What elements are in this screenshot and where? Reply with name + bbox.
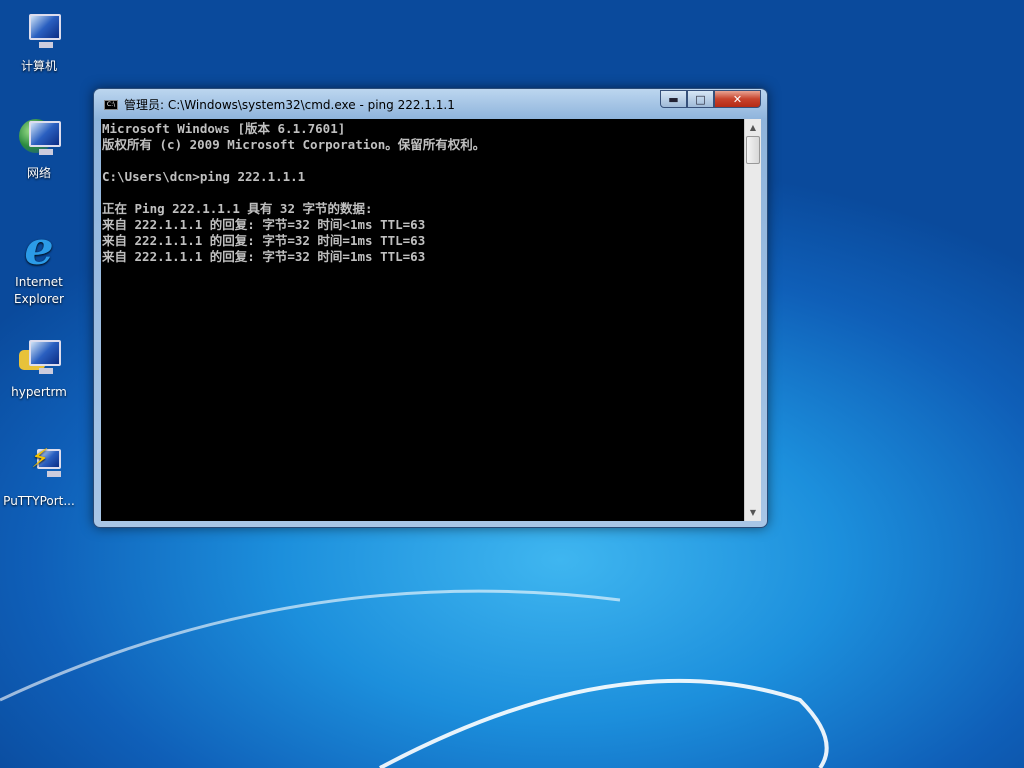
desktop-icon-hypertrm[interactable]: hypertrm <box>0 336 78 401</box>
desktop-icon-network[interactable]: 网络 <box>0 117 78 182</box>
scroll-thumb[interactable] <box>746 136 760 164</box>
minimize-button[interactable]: ▬ <box>660 90 687 108</box>
icon-label: PuTTYPort... <box>3 494 75 508</box>
computer-icon <box>15 10 63 54</box>
close-button[interactable]: ✕ <box>714 90 761 108</box>
console-line: 正在 Ping 222.1.1.1 具有 32 字节的数据: <box>102 201 373 216</box>
network-icon <box>15 117 63 161</box>
console-line: 版权所有 (c) 2009 Microsoft Corporation。保留所有… <box>102 137 486 152</box>
icon-label: hypertrm <box>11 385 67 399</box>
console-line: C:\Users\dcn>ping 222.1.1.1 <box>102 169 306 184</box>
maximize-button[interactable]: □ <box>687 90 714 108</box>
icon-label: 网络 <box>26 166 51 180</box>
console-line: Microsoft Windows [版本 6.1.7601] <box>102 121 346 136</box>
console-output[interactable]: Microsoft Windows [版本 6.1.7601] 版权所有 (c)… <box>101 119 744 521</box>
desktop-icon-computer[interactable]: 计算机 <box>0 10 78 75</box>
console-line: 来自 222.1.1.1 的回复: 字节=32 时间=1ms TTL=63 <box>102 249 426 264</box>
console-line: 来自 222.1.1.1 的回复: 字节=32 时间=1ms TTL=63 <box>102 233 426 248</box>
console-line: 来自 222.1.1.1 的回复: 字节=32 时间<1ms TTL=63 <box>102 217 426 232</box>
hyperterminal-icon <box>15 336 63 380</box>
scroll-down-button[interactable]: ▼ <box>745 504 761 521</box>
scroll-up-button[interactable]: ▲ <box>745 119 761 136</box>
icon-label: Internet Explorer <box>14 275 64 306</box>
ie-icon: e <box>24 221 54 275</box>
cmd-window[interactable]: C:\ 管理员: C:\Windows\system32\cmd.exe - p… <box>93 88 768 528</box>
desktop-icon-putty[interactable]: ⚡ PuTTYPort... <box>0 445 78 510</box>
cmd-icon: C:\ <box>104 99 118 110</box>
icon-label: 计算机 <box>20 59 57 73</box>
vertical-scrollbar[interactable]: ▲ ▼ <box>744 119 761 521</box>
putty-icon: ⚡ <box>15 445 63 489</box>
window-title: 管理员: C:\Windows\system32\cmd.exe - ping … <box>124 98 455 112</box>
title-bar[interactable]: C:\ 管理员: C:\Windows\system32\cmd.exe - p… <box>104 96 455 113</box>
desktop-icon-ie[interactable]: e Internet Explorer <box>0 221 78 308</box>
